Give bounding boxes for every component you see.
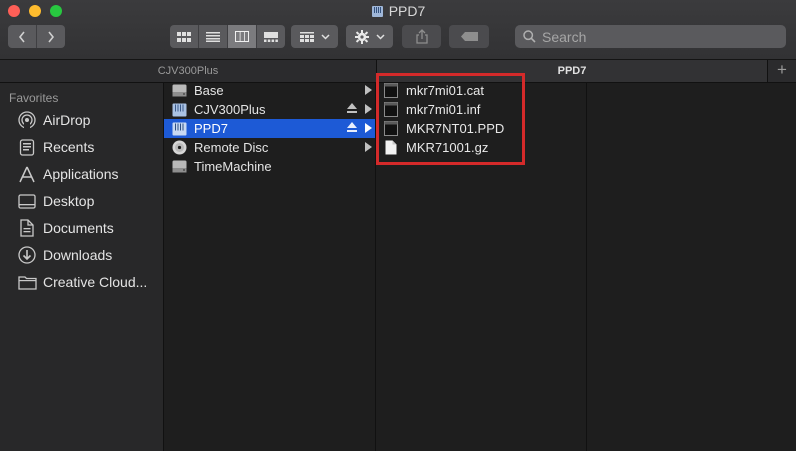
history-nav [8, 25, 65, 48]
gallery-view-icon [264, 31, 278, 42]
icon-view-icon [177, 31, 191, 42]
list-item-label: PPD7 [194, 121, 228, 136]
disclosure-arrow-icon [365, 142, 372, 152]
file-icon [384, 83, 398, 99]
folder-icon [17, 273, 37, 291]
column-volumes: Base CJV300Plus PPD7 Remote Disc TimeMac… [164, 83, 376, 451]
share-button[interactable] [402, 25, 441, 48]
file-item-mkr7nt01-ppd[interactable]: MKR7NT01.PPD [376, 119, 586, 138]
chevron-down-icon [320, 33, 330, 40]
share-icon [415, 29, 428, 44]
list-item-timemachine[interactable]: TimeMachine [164, 157, 375, 176]
list-item-ppd7[interactable]: PPD7 [164, 119, 375, 138]
list-item-remote-disc[interactable]: Remote Disc [164, 138, 375, 157]
sidebar-item-documents[interactable]: Documents [0, 215, 163, 241]
toolbar: PPD7 Search [0, 0, 796, 60]
file-item-mkr7mi01-cat[interactable]: mkr7mi01.cat [376, 81, 586, 100]
group-icon [299, 31, 314, 42]
document-icon [384, 140, 398, 156]
window-title-text: PPD7 [388, 3, 426, 19]
drive-icon [371, 6, 383, 17]
documents-icon [17, 219, 37, 237]
file-item-label: mkr7mi01.inf [406, 102, 481, 117]
add-tab-button[interactable]: + [768, 60, 796, 82]
forward-button[interactable] [37, 25, 65, 48]
disc-icon [171, 140, 187, 156]
file-item-mkr7mi01-inf[interactable]: mkr7mi01.inf [376, 100, 586, 119]
eject-icon[interactable] [347, 103, 357, 114]
desktop-icon [17, 192, 37, 210]
sidebar-item-downloads[interactable]: Downloads [0, 242, 163, 268]
file-item-label: MKR7NT01.PPD [406, 121, 505, 136]
column-ppd7-contents: mkr7mi01.cat mkr7mi01.inf MKR7NT01.PPD M… [376, 83, 587, 451]
eject-icon[interactable] [347, 122, 357, 133]
list-item-cjv300plus[interactable]: CJV300Plus [164, 100, 375, 119]
chevron-left-icon [18, 31, 25, 42]
sidebar-item-label: Creative Cloud... [43, 274, 148, 290]
icon-view-button[interactable] [170, 25, 199, 48]
action-button[interactable] [346, 25, 393, 48]
list-item-base[interactable]: Base [164, 81, 375, 100]
tags-button[interactable] [449, 25, 489, 48]
column-header-cjv300plus[interactable]: CJV300Plus [0, 60, 376, 82]
sidebar-item-label: Documents [43, 220, 114, 236]
sidebar-item-desktop[interactable]: Desktop [0, 188, 163, 214]
column-empty [587, 83, 796, 451]
group-by-button[interactable] [291, 25, 338, 48]
chevron-down-icon [375, 33, 385, 40]
network-drive-icon [171, 102, 187, 118]
sidebar-item-label: Recents [43, 139, 95, 155]
column-header-ppd7[interactable]: PPD7 [376, 60, 768, 82]
file-item-label: MKR71001.gz [406, 140, 489, 155]
sidebar-item-label: Applications [43, 166, 119, 182]
list-item-label: Remote Disc [194, 140, 269, 155]
file-icon [384, 121, 398, 137]
downloads-icon [17, 246, 37, 264]
disclosure-arrow-icon [365, 85, 372, 95]
network-drive-icon [171, 121, 187, 137]
sidebar-item-applications[interactable]: Applications [0, 161, 163, 187]
search-field[interactable]: Search [515, 25, 786, 48]
sidebar-item-recents[interactable]: Recents [0, 134, 163, 160]
gear-icon [354, 29, 369, 44]
sidebar-item-airdrop[interactable]: AirDrop [0, 107, 163, 133]
hard-drive-icon [171, 159, 187, 175]
list-item-label: Base [194, 83, 224, 98]
sidebar-heading-favorites: Favorites [9, 91, 59, 105]
list-view-button[interactable] [199, 25, 228, 48]
tag-icon [460, 32, 478, 41]
sidebar-item-creative-cloud[interactable]: Creative Cloud... [0, 269, 163, 295]
recents-icon [17, 138, 37, 156]
file-item-mkr71001-gz[interactable]: MKR71001.gz [376, 138, 586, 157]
column-header-bar: CJV300Plus PPD7 + [0, 60, 796, 83]
disclosure-arrow-icon [365, 104, 372, 114]
applications-icon [17, 165, 37, 183]
sidebar-item-label: Downloads [43, 247, 113, 263]
column-view-button[interactable] [228, 25, 257, 48]
gallery-view-button[interactable] [257, 25, 285, 48]
list-item-label: CJV300Plus [194, 102, 266, 117]
column-view-icon [235, 31, 249, 42]
back-button[interactable] [8, 25, 37, 48]
list-item-label: TimeMachine [194, 159, 272, 174]
file-icon [384, 102, 398, 118]
sidebar: Favorites AirDrop Recents Applications D… [0, 83, 164, 451]
search-icon [523, 30, 536, 43]
sidebar-item-label: Desktop [43, 193, 95, 209]
view-mode-selector [170, 25, 285, 48]
finder-window: PPD7 Search CJV300Plus PPD7 + Favorites … [0, 0, 796, 451]
search-placeholder: Search [542, 28, 587, 45]
hard-drive-icon [171, 83, 187, 99]
file-item-label: mkr7mi01.cat [406, 83, 485, 98]
chevron-right-icon [48, 31, 55, 42]
list-view-icon [206, 31, 220, 42]
airdrop-icon [17, 111, 37, 129]
disclosure-arrow-icon [365, 123, 372, 133]
window-title: PPD7 [0, 3, 796, 19]
sidebar-item-label: AirDrop [43, 112, 91, 128]
